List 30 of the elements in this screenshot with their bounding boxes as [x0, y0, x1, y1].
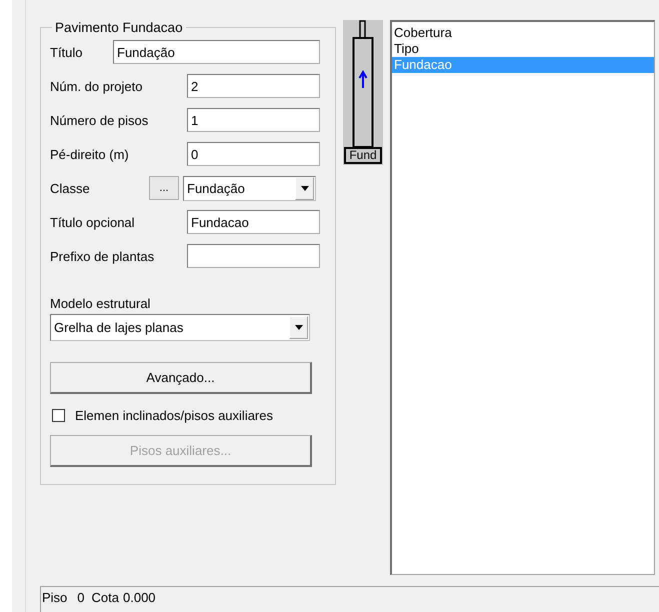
input-field[interactable]: 2: [187, 74, 320, 98]
field-label: Pé-direito (m): [50, 146, 130, 162]
input-field[interactable]: Fundação: [113, 40, 320, 64]
status-label: Cota: [92, 590, 119, 605]
field-label: Título opcional: [50, 214, 136, 230]
field-label: Modelo estrutural: [50, 296, 152, 311]
field-label: Prefixo de plantas: [50, 248, 156, 264]
checkbox-label: Elemen inclinados/pisos auxiliares: [75, 408, 273, 423]
floor-item[interactable]: Tipo: [392, 41, 654, 57]
caret-icon: [300, 186, 308, 190]
field-label: Classe: [50, 180, 91, 196]
status-value: 0: [77, 590, 85, 605]
status-value: 0.000: [123, 590, 156, 605]
field-label: Núm. do projeto: [50, 78, 144, 94]
advanced-button[interactable]: Avançado...: [50, 362, 312, 394]
caret-icon: [294, 325, 302, 330]
checkbox[interactable]: [52, 409, 65, 422]
group-title: Pavimento Fundacao: [54, 20, 184, 35]
field-label: Título: [50, 44, 84, 60]
dropdown[interactable]: Fundação: [183, 176, 316, 200]
dropdown[interactable]: Grelha de lajes planas: [50, 314, 310, 341]
floor-item[interactable]: Cobertura: [392, 25, 654, 41]
input-field[interactable]: [187, 244, 320, 268]
browse-button[interactable]: ...: [149, 176, 179, 200]
input-field[interactable]: Fundacao: [187, 210, 320, 234]
status-label: Piso: [42, 590, 68, 605]
field-label: Número de pisos: [50, 112, 150, 128]
floor-label: Fund: [344, 147, 382, 164]
input-field[interactable]: 1: [187, 108, 320, 132]
input-field[interactable]: 0: [187, 142, 320, 166]
